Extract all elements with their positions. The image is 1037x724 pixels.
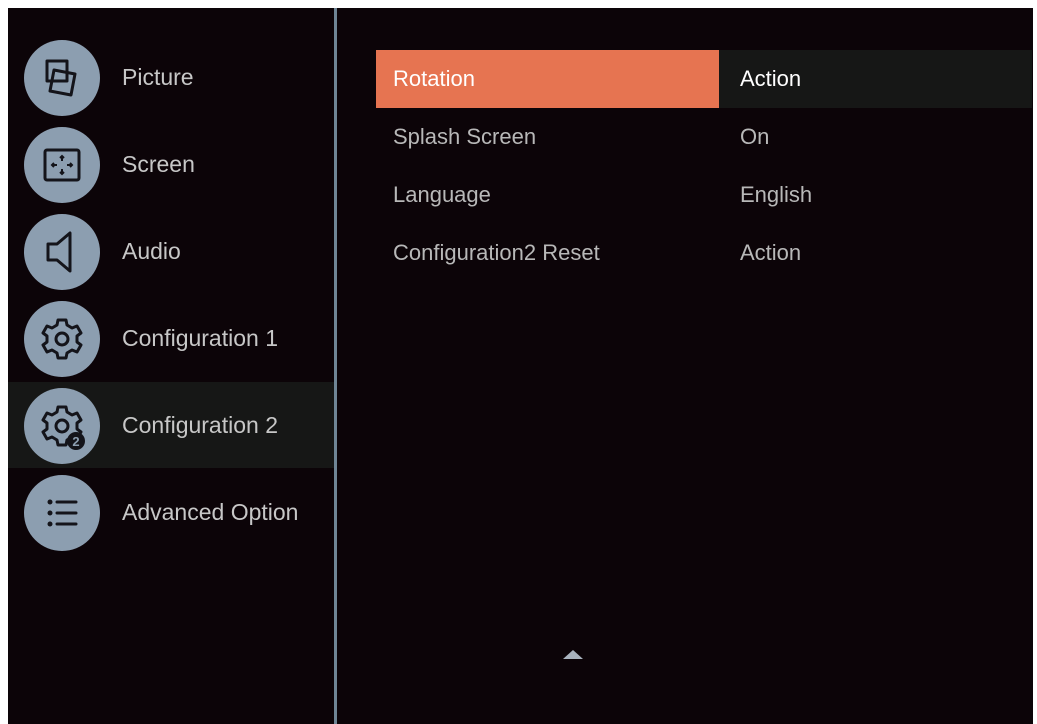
sidebar-item-advanced-option[interactable]: Advanced Option — [8, 469, 334, 555]
sidebar-item-picture[interactable]: Picture — [8, 34, 334, 120]
picture-icon — [24, 40, 100, 116]
sidebar-item-label: Advanced Option — [122, 499, 299, 525]
sidebar-item-label: Screen — [122, 151, 195, 177]
sidebar-item-label: Configuration 1 — [122, 325, 278, 351]
setting-label: Configuration2 Reset — [393, 240, 600, 265]
sidebar-item-configuration-2[interactable]: 2 Configuration 2 — [8, 382, 334, 468]
setting-row-language[interactable]: Language English — [376, 166, 1032, 224]
gear-2-icon: 2 — [24, 388, 100, 464]
sidebar: Picture Screen Audio Configuration 1 2 C… — [8, 8, 334, 724]
sidebar-item-audio[interactable]: Audio — [8, 208, 334, 294]
list-icon — [24, 475, 100, 551]
setting-row-configuration2-reset[interactable]: Configuration2 Reset Action — [376, 224, 1032, 282]
settings-panel: Rotation Action Splash Screen On Languag… — [337, 8, 1033, 724]
scroll-up-arrow-icon[interactable] — [563, 650, 583, 659]
sidebar-item-label: Picture — [122, 64, 194, 90]
setting-value[interactable]: On — [719, 108, 1032, 166]
setting-label: Rotation — [376, 50, 719, 108]
screen-icon — [24, 127, 100, 203]
audio-icon — [24, 214, 100, 290]
sidebar-item-screen[interactable]: Screen — [8, 121, 334, 207]
svg-text:2: 2 — [72, 434, 79, 449]
setting-value[interactable]: Action — [719, 224, 1032, 282]
setting-label: Language — [393, 182, 491, 207]
sidebar-item-configuration-1[interactable]: Configuration 1 — [8, 295, 334, 381]
setting-row-splash-screen[interactable]: Splash Screen On — [376, 108, 1032, 166]
setting-value[interactable]: English — [719, 166, 1032, 224]
sidebar-item-label: Audio — [122, 238, 181, 264]
setting-row-rotation[interactable]: Rotation Action — [376, 50, 1032, 108]
gear-icon — [24, 301, 100, 377]
sidebar-item-label: Configuration 2 — [122, 412, 278, 438]
setting-value[interactable]: Action — [719, 50, 1032, 108]
osd-menu: Picture Screen Audio Configuration 1 2 C… — [8, 8, 1033, 724]
setting-label: Splash Screen — [393, 124, 537, 149]
